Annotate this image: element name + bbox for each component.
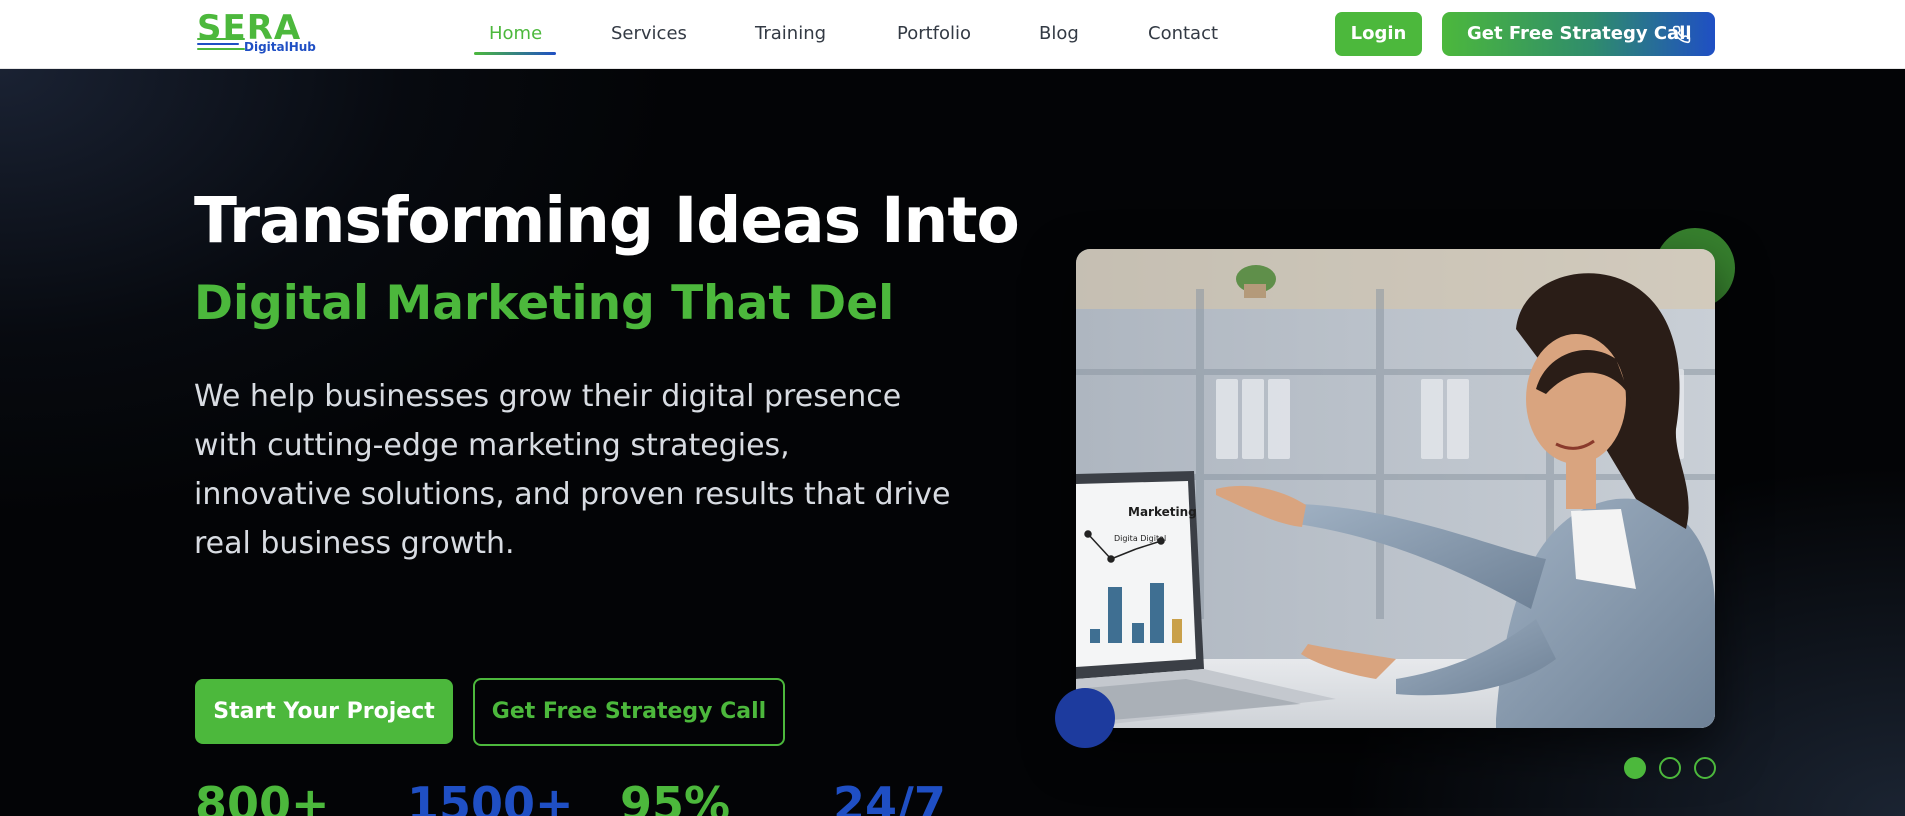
nav-active-indicator [474, 52, 556, 55]
nav-strategy-call-button[interactable]: Get Free Strategy Call [1442, 12, 1715, 56]
phone-icon [1672, 25, 1691, 44]
start-project-button[interactable]: Start Your Project [195, 679, 453, 744]
carousel-dot-2[interactable] [1659, 757, 1681, 779]
login-button[interactable]: Login [1335, 12, 1422, 56]
hero-image: Marketing Digita Digital [1076, 249, 1715, 728]
logo[interactable]: SERA DigitalHub [197, 10, 317, 57]
laptop-screen-title: Marketing [1128, 505, 1197, 519]
navbar: SERA DigitalHub Home Services Training P… [0, 0, 1905, 69]
nav-link-contact[interactable]: Contact [1148, 22, 1218, 46]
stat-satisfaction: 95% [620, 777, 731, 816]
nav-link-home[interactable]: Home [489, 22, 542, 46]
decorative-circle-blue [1055, 688, 1115, 748]
stat-support: 24/7 [833, 777, 946, 816]
stat-clients: 1500+ [407, 777, 574, 816]
nav-link-services[interactable]: Services [611, 22, 687, 46]
hero-strategy-call-button[interactable]: Get Free Strategy Call [473, 678, 785, 746]
hero-subtitle: Digital Marketing That Del [194, 276, 895, 331]
nav-link-blog[interactable]: Blog [1039, 22, 1079, 46]
carousel-dot-1[interactable] [1624, 757, 1646, 779]
logo-lines-icon [197, 38, 245, 53]
hero-title: Transforming Ideas Into [194, 184, 1020, 257]
stat-projects: 800+ [195, 777, 330, 816]
nav-link-training[interactable]: Training [755, 22, 826, 46]
hero-description: We help businesses grow their digital pr… [194, 379, 951, 561]
nav-strategy-call-label: Get Free Strategy Call [1467, 23, 1692, 44]
carousel-dot-3[interactable] [1694, 757, 1716, 779]
logo-subtitle: DigitalHub [244, 40, 316, 54]
nav-link-portfolio[interactable]: Portfolio [897, 22, 971, 46]
